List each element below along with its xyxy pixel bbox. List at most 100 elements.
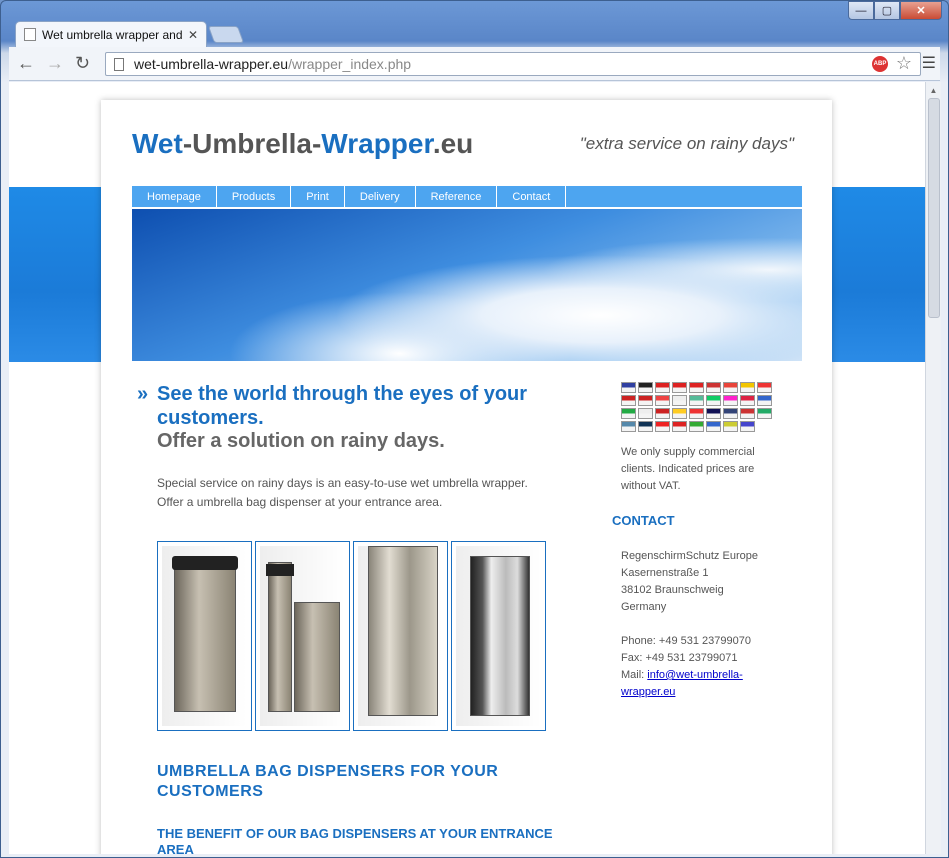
browser-tab[interactable]: Wet umbrella wrapper and ✕ bbox=[15, 21, 207, 47]
dispenser-shape bbox=[368, 546, 438, 716]
language-flag-icon[interactable] bbox=[757, 382, 772, 393]
language-flag-icon[interactable] bbox=[723, 408, 738, 419]
language-flag-icon[interactable] bbox=[689, 421, 704, 432]
page-favicon-icon bbox=[24, 28, 36, 41]
main-nav: Homepage Products Print Delivery Referen… bbox=[132, 186, 802, 208]
vertical-scrollbar[interactable]: ▲ bbox=[925, 82, 941, 854]
language-flag-icon[interactable] bbox=[621, 382, 636, 393]
logo-part: Wrapper bbox=[321, 128, 433, 159]
product-image-3[interactable] bbox=[353, 541, 448, 731]
window-controls: — ▢ ✕ bbox=[848, 1, 942, 20]
language-flag-icon[interactable] bbox=[689, 408, 704, 419]
bookmark-star-icon[interactable]: ☆ bbox=[896, 53, 912, 74]
language-flag-icon[interactable] bbox=[672, 421, 687, 432]
close-window-button[interactable]: ✕ bbox=[900, 1, 942, 20]
section-title: UMBRELLA BAG DISPENSERS FOR YOUR CUSTOME… bbox=[157, 763, 499, 800]
language-flag-icon[interactable] bbox=[706, 395, 721, 406]
headline-marker: » bbox=[137, 383, 149, 405]
dispenser-top bbox=[266, 564, 294, 576]
back-arrow-icon[interactable]: ← bbox=[17, 53, 35, 74]
nav-homepage[interactable]: Homepage bbox=[132, 186, 217, 207]
site-slogan: "extra service on rainy days" bbox=[579, 134, 794, 153]
nav-products[interactable]: Products bbox=[217, 186, 292, 207]
company-name: RegenschirmSchutz Europe bbox=[621, 550, 758, 562]
language-flag-icon[interactable] bbox=[672, 408, 687, 419]
city: 38102 Braunschweig bbox=[621, 584, 724, 596]
language-flag-icon[interactable] bbox=[621, 421, 636, 432]
nav-delivery[interactable]: Delivery bbox=[345, 186, 416, 207]
address-bar[interactable]: wet-umbrella-wrapper.eu /wrapper_index.p… bbox=[105, 52, 921, 76]
nav-print[interactable]: Print bbox=[291, 186, 345, 207]
language-flag-icon[interactable] bbox=[706, 382, 721, 393]
menu-icon[interactable]: ☰ bbox=[922, 53, 936, 73]
page-icon bbox=[114, 57, 124, 71]
url-host: wet-umbrella-wrapper.eu bbox=[134, 56, 289, 72]
intro-line: Special service on rainy days is an easy… bbox=[157, 476, 528, 490]
language-flag-icon[interactable] bbox=[740, 408, 755, 419]
product-image-4[interactable] bbox=[451, 541, 546, 731]
language-flag-icon[interactable] bbox=[621, 395, 636, 406]
subline: Offer a solution on rainy days. bbox=[157, 430, 445, 452]
language-flag-icon[interactable] bbox=[706, 421, 721, 432]
country: Germany bbox=[621, 601, 667, 613]
benefit-title: THE BENEFIT OF OUR BAG DISPENSERS AT YOU… bbox=[157, 826, 553, 854]
browser-toolbar: ← → ↻ wet-umbrella-wrapper.eu /wrapper_i… bbox=[9, 47, 940, 81]
language-flag-icon[interactable] bbox=[655, 382, 670, 393]
dispenser-shape bbox=[470, 556, 530, 716]
language-flag-icon[interactable] bbox=[740, 395, 755, 406]
language-flag-icon[interactable] bbox=[638, 395, 653, 406]
minimize-button[interactable]: — bbox=[848, 1, 874, 20]
close-tab-icon[interactable]: ✕ bbox=[188, 28, 198, 42]
language-flag-icon[interactable] bbox=[706, 408, 721, 419]
language-flag-icon[interactable] bbox=[757, 408, 772, 419]
language-flag-icon[interactable] bbox=[740, 421, 755, 432]
language-flag-icon[interactable] bbox=[638, 421, 653, 432]
language-flag-icon[interactable] bbox=[723, 421, 738, 432]
product-image-2[interactable] bbox=[255, 541, 350, 731]
site-logo[interactable]: Wet-Umbrella-Wrapper.eu bbox=[132, 128, 473, 160]
language-flag-icon[interactable] bbox=[638, 382, 653, 393]
language-flag-icon[interactable] bbox=[689, 382, 704, 393]
language-flag-icon[interactable] bbox=[689, 395, 704, 406]
language-flags bbox=[621, 382, 776, 432]
adblock-icon[interactable]: ABP bbox=[872, 56, 888, 72]
new-tab-button[interactable] bbox=[207, 26, 245, 43]
language-flag-icon[interactable] bbox=[655, 395, 670, 406]
language-flag-icon[interactable] bbox=[740, 382, 755, 393]
url-path: /wrapper_index.php bbox=[288, 56, 412, 72]
dispenser-top bbox=[172, 556, 238, 570]
reload-icon[interactable]: ↻ bbox=[75, 53, 90, 74]
logo-part: Wet bbox=[132, 128, 183, 159]
product-image-1[interactable] bbox=[157, 541, 252, 731]
nav-contact[interactable]: Contact bbox=[497, 186, 567, 207]
tab-title: Wet umbrella wrapper and bbox=[42, 27, 183, 42]
dispenser-shape bbox=[174, 562, 236, 712]
fax: Fax: +49 531 23799071 bbox=[621, 652, 738, 664]
language-flag-icon[interactable] bbox=[723, 382, 738, 393]
scroll-thumb[interactable] bbox=[928, 98, 940, 318]
web-viewport: Wet-Umbrella-Wrapper.eu "extra service o… bbox=[9, 82, 925, 854]
language-flag-icon[interactable] bbox=[672, 382, 687, 393]
street: Kasernenstraße 1 bbox=[621, 567, 709, 579]
nav-reference[interactable]: Reference bbox=[416, 186, 498, 207]
scroll-up-icon[interactable]: ▲ bbox=[926, 82, 941, 98]
language-flag-icon[interactable] bbox=[655, 421, 670, 432]
headline: » See the world through the eyes of your … bbox=[137, 382, 577, 430]
language-flag-icon[interactable] bbox=[672, 395, 687, 406]
language-flag-icon[interactable] bbox=[757, 395, 772, 406]
forward-arrow-icon[interactable]: → bbox=[46, 53, 64, 74]
mail-line: Mail: info@wet-umbrella-wrapper.eu bbox=[621, 667, 771, 701]
language-flag-icon[interactable] bbox=[723, 395, 738, 406]
bin-shape bbox=[294, 602, 340, 712]
language-flag-icon[interactable] bbox=[638, 408, 653, 419]
sky-banner-image bbox=[132, 209, 802, 361]
page-container: Wet-Umbrella-Wrapper.eu "extra service o… bbox=[101, 100, 832, 854]
dispenser-shape bbox=[268, 562, 292, 712]
language-flag-icon[interactable] bbox=[655, 408, 670, 419]
contact-title: CONTACT bbox=[612, 513, 675, 528]
maximize-button[interactable]: ▢ bbox=[874, 1, 900, 20]
vat-note: We only supply commercial clients. Indic… bbox=[621, 446, 755, 492]
language-flag-icon[interactable] bbox=[621, 408, 636, 419]
contact-address: RegenschirmSchutz Europe Kasernenstraße … bbox=[621, 548, 771, 701]
